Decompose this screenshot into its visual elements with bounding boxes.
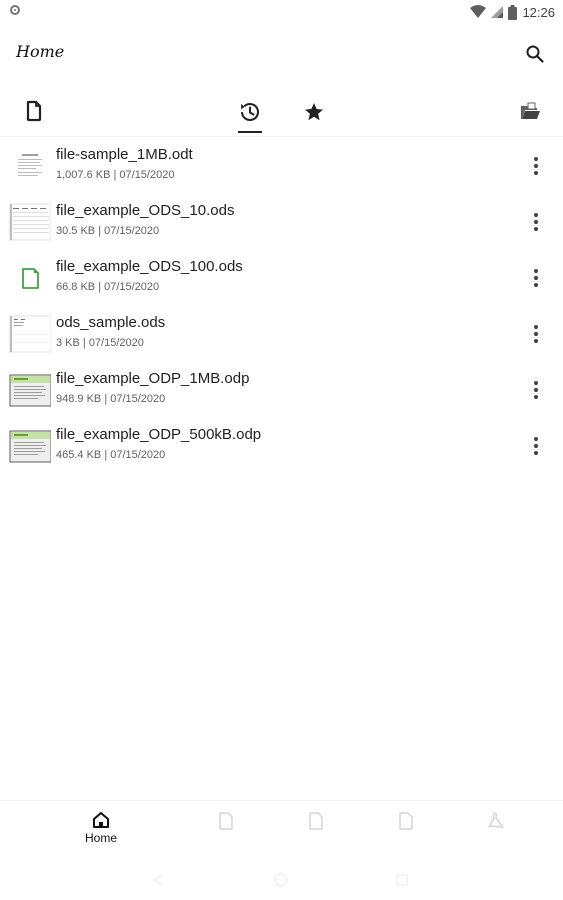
nav-spreadsheets[interactable]	[286, 811, 346, 855]
status-time: 12:26	[522, 4, 555, 20]
file-meta: 948.9 KB | 07/15/2020	[56, 393, 166, 405]
spreadsheet-thumbnail	[9, 202, 52, 242]
list-item[interactable]: file_example_ODP_500kB.odp 465.4 KB | 07…	[0, 418, 563, 474]
notification-dot-icon	[10, 5, 20, 15]
file-meta: 1,007.6 KB | 07/15/2020	[56, 169, 175, 181]
presentation-icon	[399, 812, 413, 830]
app-bar: Home	[0, 26, 563, 82]
open-file-button[interactable]	[518, 100, 542, 124]
cell-signal-icon	[491, 6, 504, 18]
back-icon[interactable]	[150, 872, 166, 888]
document-icon	[219, 812, 233, 830]
battery-icon	[508, 4, 518, 20]
presentation-thumbnail	[9, 370, 52, 410]
more-vert-icon	[534, 157, 538, 161]
spreadsheet-thumbnail	[9, 314, 52, 354]
file-name: ods_sample.ods	[56, 314, 166, 331]
file-name: file_example_ODP_500kB.odp	[56, 426, 262, 443]
tab-recent[interactable]	[237, 99, 263, 125]
more-options-button[interactable]	[529, 266, 543, 290]
more-options-button[interactable]	[529, 434, 543, 458]
search-icon	[526, 45, 544, 63]
home-circle-icon[interactable]	[273, 872, 289, 888]
file-meta: 3 KB | 07/15/2020	[56, 337, 144, 349]
status-icons: 12:26	[470, 3, 555, 21]
system-navigation-bar	[0, 862, 563, 900]
tab-favorites[interactable]	[302, 100, 326, 124]
list-item[interactable]: file-sample_1MB.odt 1,007.6 KB | 07/15/2…	[0, 138, 563, 194]
pdf-icon	[488, 812, 504, 829]
nav-pdf[interactable]	[466, 811, 526, 855]
open-folder-icon	[521, 102, 540, 119]
recent-history-icon	[241, 103, 259, 121]
selected-tab-indicator	[238, 131, 262, 133]
more-vert-icon	[534, 437, 538, 441]
list-item[interactable]: file_example_ODP_1MB.odp 948.9 KB | 07/1…	[0, 362, 563, 418]
more-options-button[interactable]	[529, 210, 543, 234]
nav-home-label: Home	[84, 831, 117, 845]
nav-home[interactable]: Home	[71, 811, 131, 855]
file-name: file_example_ODS_100.ods	[56, 258, 243, 275]
presentation-thumbnail	[9, 426, 52, 466]
file-meta: 465.4 KB | 07/15/2020	[56, 449, 166, 461]
spreadsheet-file-icon	[9, 258, 51, 298]
home-icon	[93, 812, 109, 828]
star-icon	[305, 103, 323, 121]
more-options-button[interactable]	[529, 322, 543, 346]
nav-documents[interactable]	[196, 811, 256, 855]
more-vert-icon	[534, 269, 538, 273]
document-icon	[26, 100, 42, 122]
more-options-button[interactable]	[529, 378, 543, 402]
list-item[interactable]: file_example_ODS_100.ods 66.8 KB | 07/15…	[0, 250, 563, 306]
more-options-button[interactable]	[529, 154, 543, 178]
list-item[interactable]: ods_sample.ods 3 KB | 07/15/2020	[0, 306, 563, 362]
more-vert-icon	[534, 381, 538, 385]
list-item[interactable]: file_example_ODS_10.ods 30.5 KB | 07/15/…	[0, 194, 563, 250]
more-vert-icon	[534, 325, 538, 329]
more-vert-icon	[534, 213, 538, 217]
file-name: file-sample_1MB.odt	[56, 146, 193, 163]
spreadsheet-icon	[309, 812, 323, 830]
text-document-thumbnail	[9, 146, 51, 186]
file-meta: 30.5 KB | 07/15/2020	[56, 225, 160, 237]
wifi-icon	[470, 5, 487, 18]
file-name: file_example_ODP_1MB.odp	[56, 370, 250, 387]
status-bar: 12:26	[0, 0, 563, 26]
file-name: file_example_ODS_10.ods	[56, 202, 235, 219]
bottom-navigation: Home	[0, 800, 563, 861]
tab-all-documents[interactable]	[22, 99, 46, 123]
tab-row	[0, 90, 563, 137]
page-title: Home	[16, 42, 65, 61]
file-meta: 66.8 KB | 07/15/2020	[56, 281, 160, 293]
recents-icon[interactable]	[394, 872, 410, 888]
search-button[interactable]	[523, 42, 547, 66]
nav-presentations[interactable]	[376, 811, 436, 855]
recent-files-list: file-sample_1MB.odt 1,007.6 KB | 07/15/2…	[0, 138, 563, 474]
